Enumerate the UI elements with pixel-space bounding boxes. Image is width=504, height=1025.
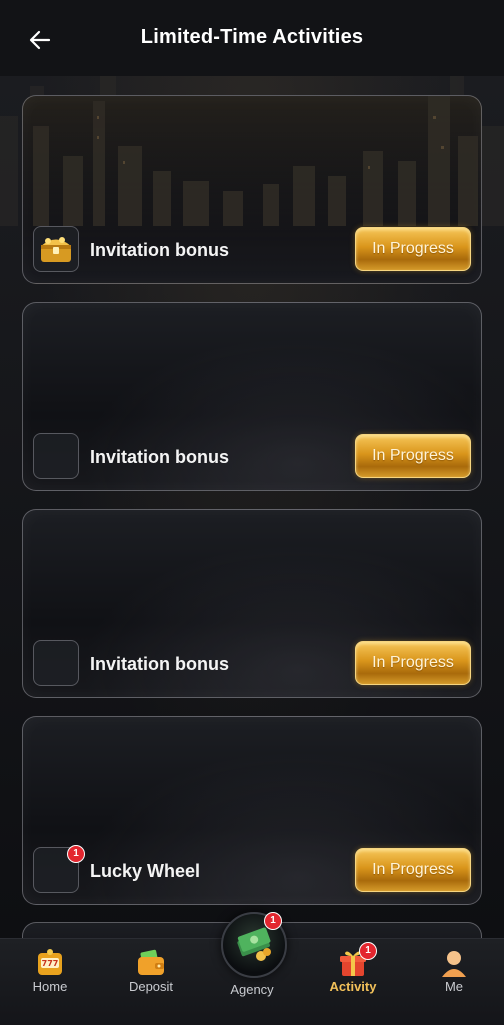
card-title: Invitation bonus — [90, 654, 229, 674]
header-bar: Limited-Time Activities — [0, 0, 504, 76]
in-progress-button[interactable]: In Progress — [355, 641, 471, 685]
tab-me[interactable]: Me — [414, 939, 494, 1025]
tab-label: Home — [32, 979, 68, 994]
card-title: Lucky Wheel — [90, 861, 201, 881]
user-avatar-icon — [442, 951, 466, 977]
card-city-image — [33, 96, 478, 226]
in-progress-button[interactable]: In Progress — [355, 848, 471, 892]
tab-deposit[interactable]: Deposit — [111, 939, 191, 1025]
tab-home[interactable]: 777 Home — [10, 939, 90, 1025]
treasure-chest-icon — [33, 226, 79, 272]
notification-badge: 1 — [264, 912, 282, 930]
tab-agency-label: Agency — [230, 982, 274, 997]
activities-list[interactable]: Invitation bonus In Progress Invitation … — [0, 76, 504, 938]
in-progress-button[interactable]: In Progress — [355, 434, 471, 478]
tab-label: Activity — [329, 979, 377, 994]
page-title: Limited-Time Activities — [140, 26, 364, 48]
tab-activity[interactable]: 1 Activity — [313, 939, 393, 1025]
tab-label: Me — [444, 979, 464, 994]
activity-card-invitation-bonus[interactable]: Invitation bonus In Progress — [22, 302, 482, 491]
notification-badge: 1 — [359, 942, 377, 960]
activity-icon — [33, 433, 79, 479]
card-title: Invitation bonus — [90, 240, 229, 260]
slot-machine-icon: 777 — [38, 949, 62, 975]
wallet-icon — [138, 949, 164, 975]
card-title: Invitation bonus — [90, 447, 229, 467]
tab-label: Deposit — [128, 979, 174, 994]
activity-card-invitation-bonus[interactable]: Invitation bonus In Progress — [22, 95, 482, 284]
activity-icon — [33, 640, 79, 686]
svg-text:777: 777 — [42, 959, 59, 968]
activity-card-invitation-bonus[interactable]: Invitation bonus In Progress — [22, 509, 482, 698]
notification-badge: 1 — [67, 845, 85, 863]
in-progress-button[interactable]: In Progress — [355, 227, 471, 271]
activity-card-lucky-wheel[interactable]: 1 Lucky Wheel In Progress — [22, 716, 482, 905]
